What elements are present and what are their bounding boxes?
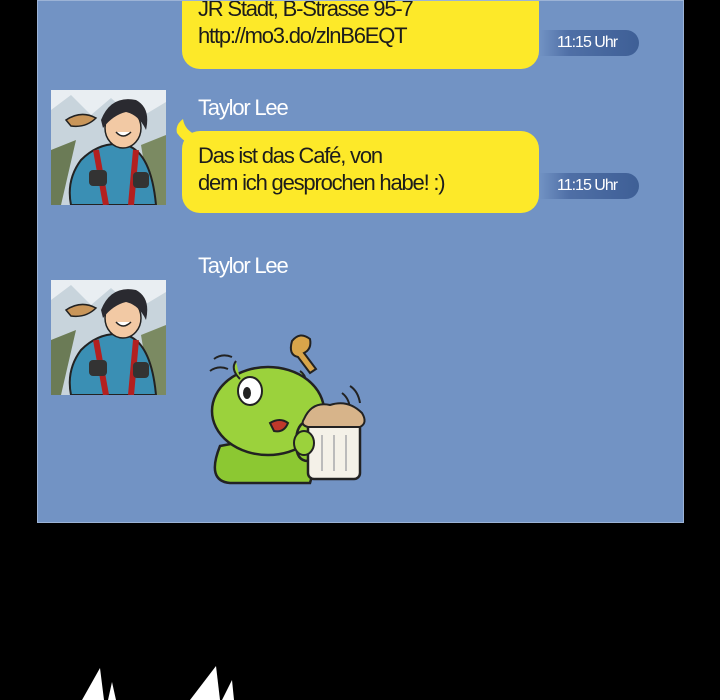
timestamp: 11:15 Uhr [539, 173, 639, 199]
message-line: Das ist das Café, von [198, 143, 383, 168]
message-bubble: Das ist das Café, von dem ich gesprochen… [182, 131, 539, 213]
green-creature-beer-mug-sticker[interactable] [200, 331, 380, 486]
avatar[interactable] [51, 280, 166, 395]
chat-panel: JR Stadt, B-Strasse 95-7 http://mo3.do/z… [37, 0, 684, 523]
message-line: JR Stadt, B-Strasse 95-7 [198, 0, 414, 21]
avatar[interactable] [51, 90, 166, 205]
sender-name: Taylor Lee [198, 253, 289, 278]
timestamp: 11:15 Uhr [539, 30, 639, 56]
message-line: http://mo3.do/zlnB6EQT [198, 23, 408, 48]
message-bubble: JR Stadt, B-Strasse 95-7 http://mo3.do/z… [182, 0, 539, 69]
sender-name: Taylor Lee [198, 95, 289, 120]
decorative-spikes [82, 666, 234, 700]
avatar-image [51, 90, 166, 205]
message-line: dem ich gesprochen habe! :) [198, 170, 446, 195]
avatar-image [51, 280, 166, 395]
